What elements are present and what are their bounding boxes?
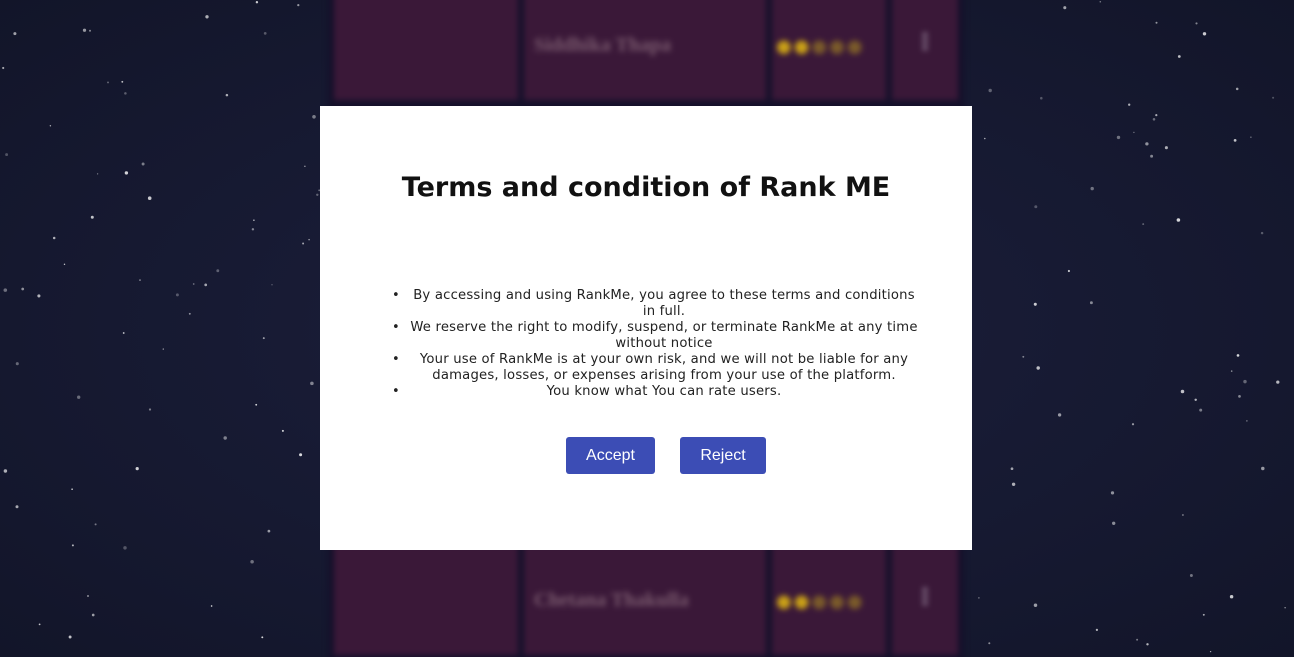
terms-item: • You know what You can rate users. — [392, 384, 918, 400]
terms-item: • By accessing and using RankMe, you agre… — [392, 288, 918, 320]
terms-item-text: Your use of RankMe is at your own risk, … — [419, 352, 909, 383]
reject-button[interactable]: Reject — [680, 437, 766, 474]
terms-list: • By accessing and using RankMe, you agre… — [392, 288, 918, 400]
app-stage: Siddhika Thapa ●●●●● ⋮ Chetana Thakulla … — [0, 0, 1294, 657]
bullet-icon: • — [392, 352, 400, 367]
terms-item: • We reserve the right to modify, suspend… — [392, 320, 918, 352]
terms-item-text: You know what You can rate users. — [546, 384, 782, 399]
terms-modal: Terms and condition of Rank ME • By acces… — [320, 106, 972, 550]
terms-item: • Your use of RankMe is at your own risk,… — [392, 352, 918, 384]
bullet-icon: • — [392, 288, 400, 303]
bullet-icon: • — [392, 384, 400, 399]
terms-item-text: By accessing and using RankMe, you agree… — [413, 288, 915, 319]
modal-title: Terms and condition of Rank ME — [401, 172, 891, 203]
bullet-icon: • — [392, 320, 400, 335]
accept-button[interactable]: Accept — [566, 437, 655, 474]
modal-overlay: Terms and condition of Rank ME • By acces… — [0, 0, 1294, 657]
terms-item-text: We reserve the right to modify, suspend,… — [410, 320, 918, 351]
